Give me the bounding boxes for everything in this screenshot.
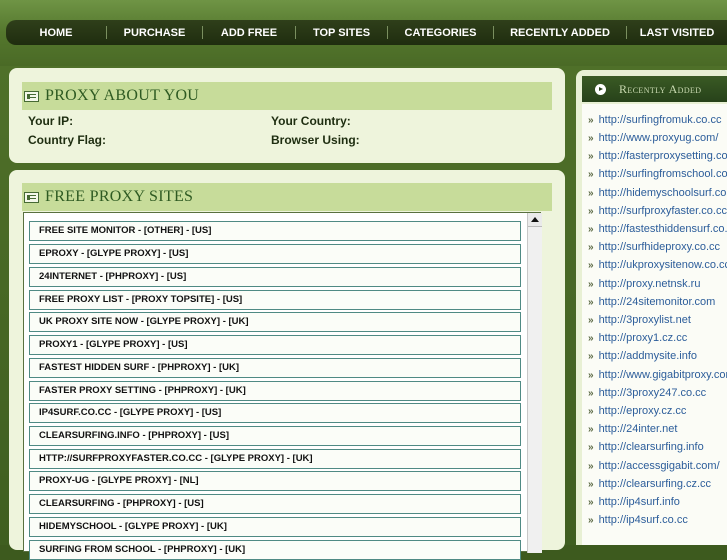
proxy-row[interactable]: UK PROXY SITE NOW - [GLYPE PROXY] - [UK] — [29, 312, 521, 332]
double-chevron-icon: » — [588, 423, 594, 435]
country-flag-label: Country Flag: — [28, 133, 106, 147]
about-header: PROXY ABOUT YOU — [22, 82, 552, 110]
nav-top-sites[interactable]: TOP SITES — [296, 27, 387, 39]
recently-added-title: Recently Added — [619, 81, 702, 96]
proxy-row[interactable]: FREE PROXY LIST - [PROXY TOPSITE] - [US] — [29, 290, 521, 310]
proxy-row[interactable]: HIDEMYSCHOOL - [GLYPE PROXY] - [UK] — [29, 517, 521, 537]
browser-using-label: Browser Using: — [271, 133, 360, 147]
nav-categories[interactable]: CATEGORIES — [388, 27, 493, 39]
double-chevron-icon: » — [588, 496, 594, 508]
double-chevron-icon: » — [588, 150, 594, 162]
double-chevron-icon: » — [588, 187, 594, 199]
double-chevron-icon: » — [588, 460, 594, 472]
recent-link[interactable]: » http://24sitemonitor.com — [588, 296, 715, 308]
recent-link[interactable]: » http://ukproxysitenow.co.cc — [588, 259, 727, 271]
recent-link[interactable]: » http://ip4surf.co.cc — [588, 514, 688, 526]
double-chevron-icon: » — [588, 278, 594, 290]
nav-recently-added[interactable]: RECENTLY ADDED — [494, 27, 626, 39]
recent-link[interactable]: » http://www.gigabitproxy.com — [588, 369, 727, 381]
proxy-row[interactable]: SURFING FROM SCHOOL - [PHPROXY] - [UK] — [29, 540, 521, 560]
recent-link[interactable]: » http://ip4surf.info — [588, 496, 680, 508]
recent-link[interactable]: » http://accessgigabit.com/ — [588, 460, 720, 472]
about-panel: PROXY ABOUT YOU Your IP: Your Country: C… — [9, 68, 565, 163]
proxy-list-box[interactable]: FREE SITE MONITOR - [OTHER] - [US] EPROX… — [23, 212, 542, 560]
recent-link[interactable]: » http://surfingfromuk.co.cc — [588, 114, 721, 126]
play-circle-icon — [595, 83, 606, 95]
proxy-row[interactable]: CLEARSURFING - [PHPROXY] - [US] — [29, 494, 521, 514]
recent-link[interactable]: » http://24inter.net — [588, 423, 677, 435]
double-chevron-icon: » — [588, 387, 594, 399]
double-chevron-icon: » — [588, 296, 594, 308]
double-chevron-icon: » — [588, 369, 594, 381]
double-chevron-icon: » — [588, 259, 594, 271]
about-title: PROXY ABOUT YOU — [45, 87, 200, 104]
recent-link[interactable]: » http://surfhideproxy.co.cc — [588, 241, 720, 253]
proxy-row[interactable]: HTTP://SURFPROXYFASTER.CO.CC - [GLYPE PR… — [29, 449, 521, 469]
recent-link[interactable]: » http://3proxylist.net — [588, 314, 691, 326]
recent-link[interactable]: » http://clearsurfing.info — [588, 441, 704, 453]
info-card-icon — [24, 90, 39, 102]
proxy-row[interactable]: IP4SURF.CO.CC - [GLYPE PROXY] - [US] — [29, 403, 521, 423]
double-chevron-icon: » — [588, 514, 594, 526]
double-chevron-icon: » — [588, 332, 594, 344]
free-sites-title: FREE PROXY SITES — [45, 188, 194, 205]
your-ip-label: Your IP: — [28, 114, 74, 128]
recent-link[interactable]: » http://eproxy.cz.cc — [588, 405, 686, 417]
nav-last-visited[interactable]: LAST VISITED — [627, 27, 727, 39]
proxy-row[interactable]: FASTER PROXY SETTING - [PHPROXY] - [UK] — [29, 381, 521, 401]
double-chevron-icon: » — [588, 241, 594, 253]
double-chevron-icon: » — [588, 223, 594, 235]
recent-link[interactable]: » http://clearsurfing.cz.cc — [588, 478, 711, 490]
double-chevron-icon: » — [588, 350, 594, 362]
recent-link[interactable]: » http://proxy1.cz.cc — [588, 332, 687, 344]
recent-link[interactable]: » http://hidemyschoolsurf.co.cc — [588, 187, 727, 199]
double-chevron-icon: » — [588, 441, 594, 453]
proxy-list-scrollbar[interactable] — [527, 213, 542, 553]
nav-home[interactable]: HOME — [6, 27, 106, 39]
main-nav: HOME PURCHASE ADD FREE TOP SITES CATEGOR… — [6, 20, 727, 45]
double-chevron-icon: » — [588, 478, 594, 490]
recent-link[interactable]: » http://surfproxyfaster.co.cc — [588, 205, 727, 217]
nav-purchase[interactable]: PURCHASE — [107, 27, 202, 39]
scroll-up-arrow-icon[interactable] — [528, 213, 542, 227]
nav-add-free[interactable]: ADD FREE — [203, 27, 295, 39]
proxy-row[interactable]: 24INTERNET - [PHPROXY] - [US] — [29, 267, 521, 287]
recent-link[interactable]: »http://fasterproxysetting.co.cc — [588, 150, 727, 162]
recent-link[interactable]: » http://addmysite.info — [588, 350, 697, 362]
recent-link[interactable]: » http://www.proxyug.com/ — [588, 132, 718, 144]
proxy-row[interactable]: CLEARSURFING.INFO - [PHPROXY] - [US] — [29, 426, 521, 446]
recently-added-list: » http://surfingfromuk.co.cc » http://www.… — [582, 104, 727, 545]
recent-link[interactable]: »http://surfingfromschool.co.cc — [588, 168, 727, 180]
proxy-row[interactable]: EPROXY - [GLYPE PROXY] - [US] — [29, 244, 521, 264]
your-country-label: Your Country: — [271, 114, 351, 128]
proxy-row[interactable]: FASTEST HIDDEN SURF - [PHPROXY] - [UK] — [29, 358, 521, 378]
double-chevron-icon: » — [588, 114, 594, 126]
double-chevron-icon: » — [588, 168, 594, 180]
proxy-row[interactable]: PROXY1 - [GLYPE PROXY] - [US] — [29, 335, 521, 355]
recently-added-header: Recently Added — [582, 76, 727, 102]
proxy-row[interactable]: PROXY-UG - [GLYPE PROXY] - [NL] — [29, 471, 521, 491]
double-chevron-icon: » — [588, 205, 594, 217]
recent-link[interactable]: » http://fastesthiddensurf.co.cc — [588, 223, 727, 235]
free-sites-header: FREE PROXY SITES — [22, 183, 552, 211]
double-chevron-icon: » — [588, 132, 594, 144]
proxy-row[interactable]: FREE SITE MONITOR - [OTHER] - [US] — [29, 221, 521, 241]
recent-link[interactable]: » http://3proxy247.co.cc — [588, 387, 706, 399]
double-chevron-icon: » — [588, 405, 594, 417]
recently-added-panel: Recently Added » http://surfingfromuk.co.… — [576, 70, 727, 545]
info-card-icon — [24, 191, 39, 203]
recent-link[interactable]: » http://proxy.netnsk.ru — [588, 278, 700, 290]
header-bar: HOME PURCHASE ADD FREE TOP SITES CATEGOR… — [0, 0, 727, 66]
double-chevron-icon: » — [588, 314, 594, 326]
